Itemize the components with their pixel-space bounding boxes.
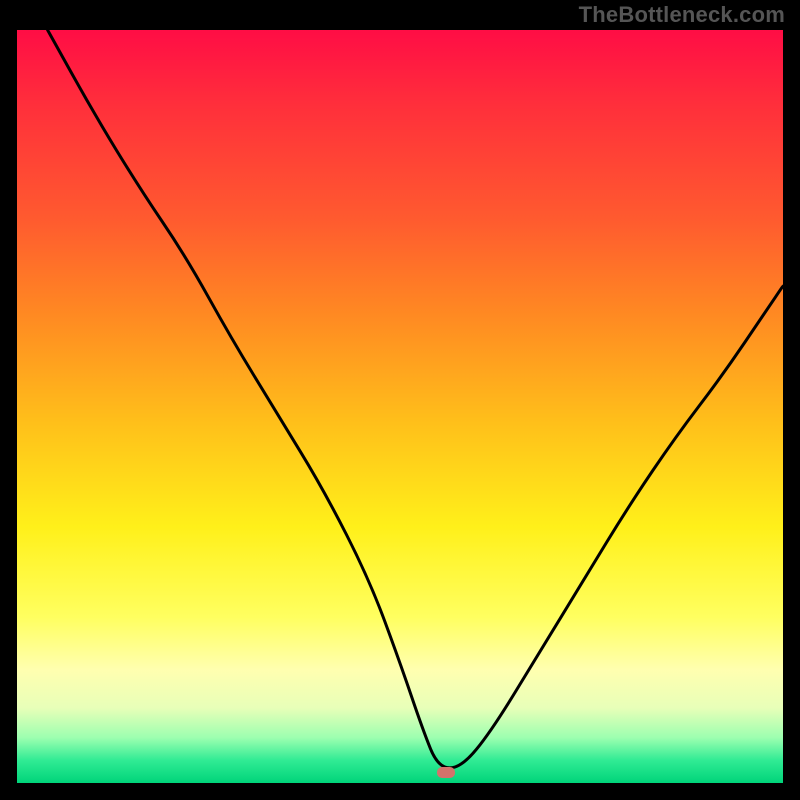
plot-area <box>17 30 783 783</box>
watermark-text: TheBottleneck.com <box>579 2 785 28</box>
chart-frame: TheBottleneck.com <box>0 0 800 800</box>
bottleneck-curve <box>17 30 783 783</box>
